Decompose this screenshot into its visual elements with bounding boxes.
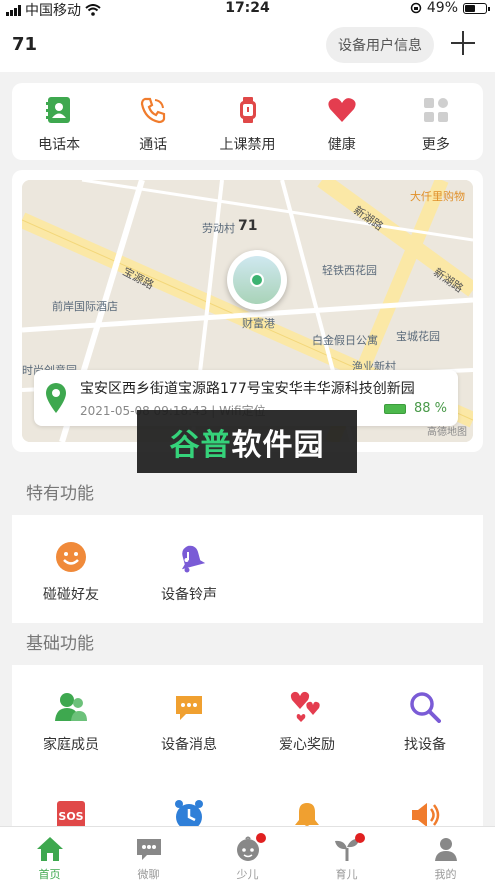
watermark-green-text: 谷普 bbox=[169, 427, 232, 463]
feature-device-messages[interactable]: 设备消息 bbox=[130, 690, 248, 754]
grid-icon bbox=[421, 95, 451, 125]
feature-label: 找设备 bbox=[404, 737, 446, 753]
tab-home[interactable]: 首页 bbox=[0, 827, 99, 884]
feature-label: 家庭成员 bbox=[43, 737, 99, 753]
device-avatar-marker[interactable] bbox=[227, 250, 287, 310]
tab-label: 我的 bbox=[434, 868, 457, 881]
avatar bbox=[233, 256, 281, 304]
heart-icon bbox=[327, 95, 357, 125]
location-pin-icon bbox=[46, 383, 66, 413]
map-label: 白金假日公寓 bbox=[312, 334, 378, 347]
quick-action-class-mode[interactable]: 上课禁用 bbox=[200, 83, 294, 160]
feature-speaker[interactable] bbox=[366, 798, 483, 826]
watermark: 谷普 软件园 bbox=[137, 410, 357, 473]
chat-icon bbox=[135, 835, 163, 863]
device-title: 71 bbox=[12, 34, 38, 55]
map-label: 大仟里购物 bbox=[410, 190, 465, 203]
bell-music-icon bbox=[172, 540, 206, 574]
quick-action-phonebook[interactable]: 电话本 bbox=[12, 83, 106, 160]
quick-action-label: 电话本 bbox=[38, 137, 81, 153]
phonebook-icon bbox=[44, 95, 74, 125]
quick-action-label: 健康 bbox=[327, 137, 356, 153]
status-bar: 中国移动 17:24 49% bbox=[0, 0, 495, 19]
tab-parenting[interactable]: 育儿 bbox=[297, 827, 396, 884]
message-icon bbox=[172, 690, 206, 724]
feature-family-members[interactable]: 家庭成员 bbox=[12, 690, 130, 754]
quick-action-label: 更多 bbox=[421, 137, 450, 153]
quick-action-label: 上课禁用 bbox=[219, 137, 276, 153]
feature-label: 设备铃声 bbox=[161, 587, 217, 603]
watch-icon bbox=[233, 95, 263, 125]
speaker-icon bbox=[408, 798, 442, 826]
quick-action-label: 通话 bbox=[139, 137, 168, 153]
special-features-title: 特有功能 bbox=[12, 473, 483, 515]
tab-kids[interactable]: 少儿 bbox=[198, 827, 297, 884]
feature-alarm-clock[interactable] bbox=[130, 798, 248, 826]
alarm-clock-icon bbox=[172, 798, 206, 826]
tab-label: 少儿 bbox=[236, 868, 259, 881]
quick-action-more[interactable]: 更多 bbox=[389, 83, 483, 160]
battery-percent: 49% bbox=[426, 0, 458, 16]
rotation-lock-icon bbox=[410, 2, 422, 14]
feature-sos[interactable]: SOS bbox=[12, 798, 130, 826]
quick-actions-card: 电话本 通话 上课禁用 健康 更多 bbox=[12, 83, 483, 160]
tab-label: 首页 bbox=[38, 868, 61, 881]
svg-text:SOS: SOS bbox=[58, 810, 83, 823]
quick-action-call[interactable]: 通话 bbox=[106, 83, 200, 160]
special-features-grid: 碰碰好友 设备铃声 bbox=[12, 515, 483, 623]
map-label: 劳动村 bbox=[202, 222, 235, 235]
hearts-icon bbox=[290, 690, 324, 724]
tab-profile[interactable]: 我的 bbox=[396, 827, 495, 884]
home-icon bbox=[36, 835, 64, 863]
location-address: 宝安区西乡街道宝源路177号宝安华丰华源科技创新园 bbox=[80, 381, 415, 397]
sos-icon: SOS bbox=[54, 798, 88, 826]
phone-icon bbox=[138, 95, 168, 125]
map-label: 财富港 bbox=[242, 317, 275, 330]
feature-reminder[interactable] bbox=[248, 798, 366, 826]
feature-find-device[interactable]: 找设备 bbox=[366, 690, 483, 754]
feature-device-ringtone[interactable]: 设备铃声 bbox=[130, 540, 248, 604]
notification-badge bbox=[355, 833, 365, 843]
map-label: 71 bbox=[238, 218, 258, 234]
watermark-white-text: 软件园 bbox=[231, 427, 325, 463]
header: 71 设备用户信息 bbox=[0, 16, 495, 72]
tab-label: 育儿 bbox=[335, 868, 358, 881]
quick-action-health[interactable]: 健康 bbox=[295, 83, 389, 160]
device-battery-icon bbox=[384, 404, 406, 414]
smile-face-icon bbox=[54, 540, 88, 574]
feature-love-reward[interactable]: 爱心奖励 bbox=[248, 690, 366, 754]
feature-label: 设备消息 bbox=[161, 737, 217, 753]
tab-label: 微聊 bbox=[137, 868, 160, 881]
plus-icon[interactable] bbox=[450, 30, 476, 56]
family-members-icon bbox=[54, 690, 88, 724]
notification-badge bbox=[256, 833, 266, 843]
bell-icon bbox=[290, 798, 324, 826]
tab-chat[interactable]: 微聊 bbox=[99, 827, 198, 884]
feature-label: 碰碰好友 bbox=[43, 587, 99, 603]
bottom-tab-bar: 首页 微聊 少儿 育儿 我的 bbox=[0, 826, 495, 884]
device-battery-percent: 88 % bbox=[414, 401, 448, 416]
location-dot-icon bbox=[250, 273, 264, 287]
map-label: 轻铁西花园 bbox=[322, 264, 377, 277]
basic-features-grid: 家庭成员 设备消息 爱心奖励 找设备 SOS bbox=[12, 665, 483, 826]
profile-icon bbox=[432, 835, 460, 863]
feature-label: 爱心奖励 bbox=[279, 737, 335, 753]
basic-features-title: 基础功能 bbox=[12, 623, 483, 665]
device-user-info-button[interactable]: 设备用户信息 bbox=[326, 27, 434, 63]
map-label: 前岸国际酒店 bbox=[52, 300, 118, 313]
map-label: 宝城花园 bbox=[396, 330, 440, 343]
feature-bump-friends[interactable]: 碰碰好友 bbox=[12, 540, 130, 604]
search-icon bbox=[408, 690, 442, 724]
battery-icon bbox=[463, 2, 490, 14]
